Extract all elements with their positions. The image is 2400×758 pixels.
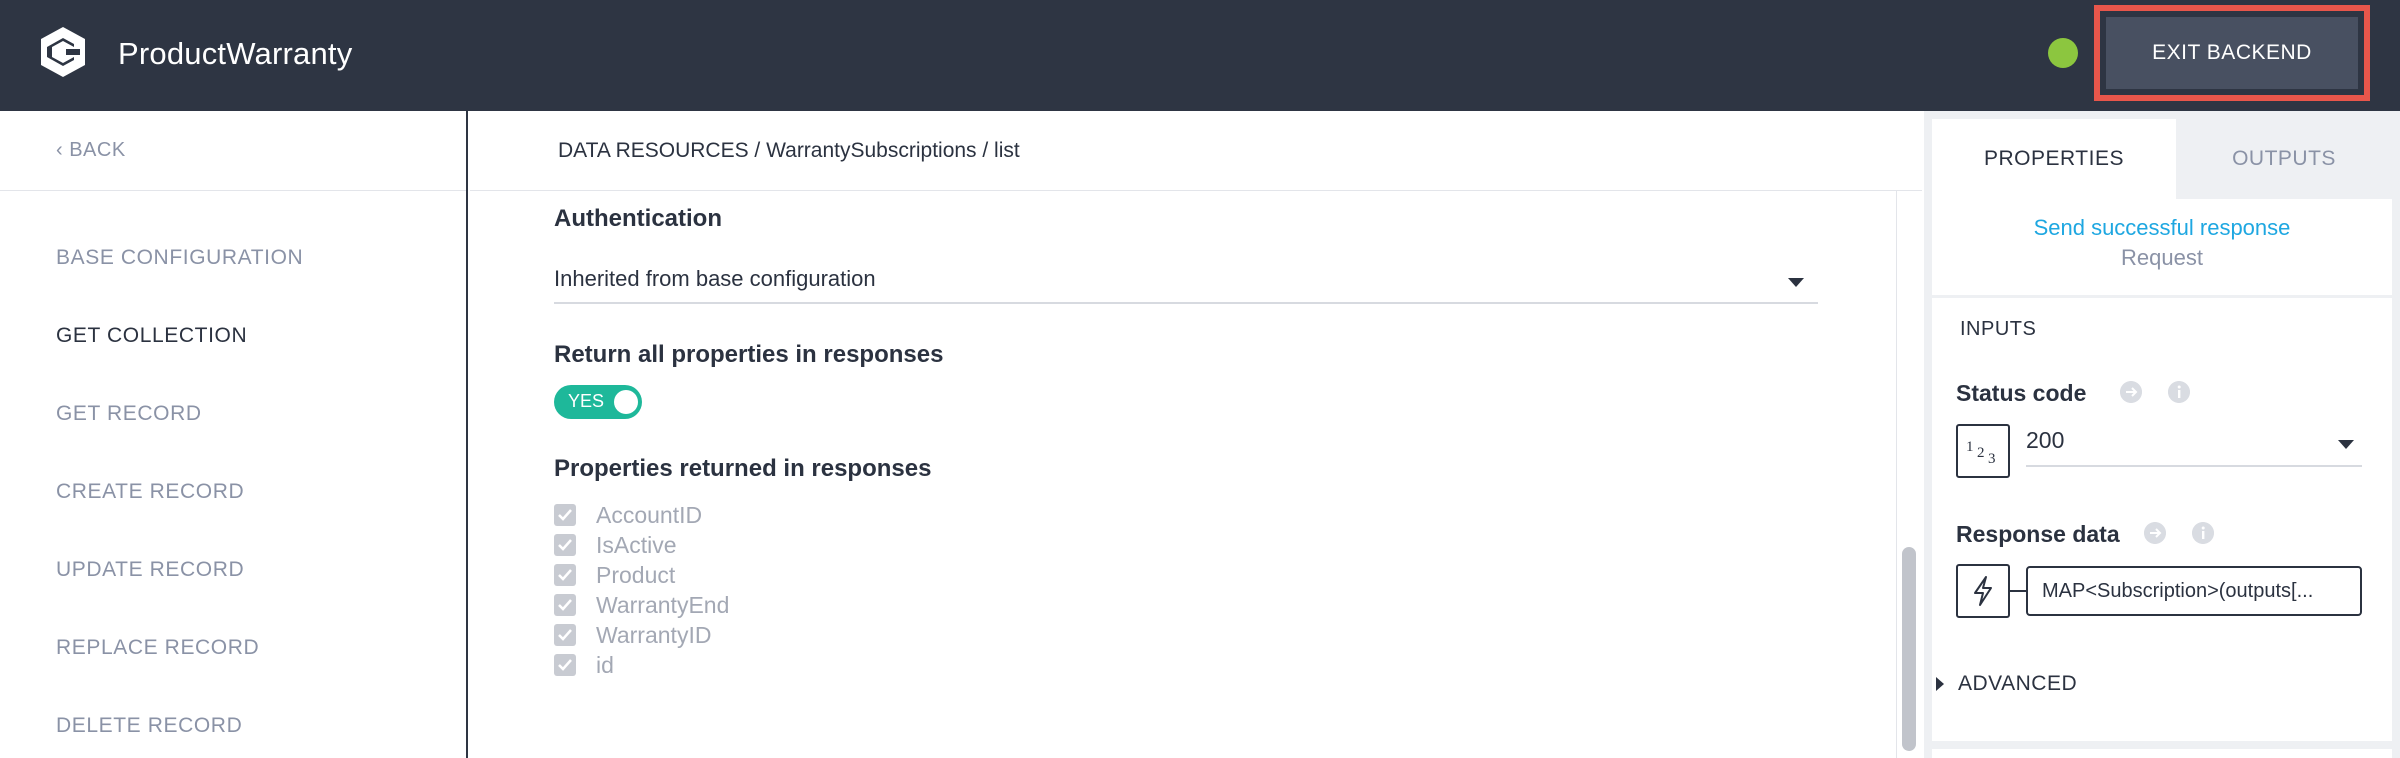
dropdown-caret-icon [2338, 440, 2354, 449]
sidebar: ‹ BACK BASE CONFIGURATION GET COLLECTION… [0, 111, 468, 758]
sidebar-item-update-record[interactable]: UPDATE RECORD [56, 558, 244, 582]
property-item[interactable]: WarrantyID [554, 621, 711, 649]
checkbox-checked-icon[interactable] [554, 624, 576, 646]
checkbox-checked-icon[interactable] [554, 534, 576, 556]
properties-title: Properties returned in responses [554, 455, 932, 482]
info-icon[interactable] [2168, 381, 2190, 403]
property-label: id [596, 651, 614, 678]
lower-card [1932, 749, 2392, 758]
property-label: IsActive [596, 531, 677, 558]
property-item[interactable]: Product [554, 561, 675, 589]
return-all-title: Return all properties in responses [554, 341, 944, 368]
status-code-label: Status code [1956, 380, 2087, 406]
checkbox-checked-icon[interactable] [554, 564, 576, 586]
return-all-toggle[interactable]: YES [554, 385, 642, 419]
node-link[interactable]: Send successful response [1932, 215, 2392, 241]
property-item[interactable]: WarrantyEnd [554, 591, 729, 619]
authentication-title: Authentication [554, 205, 722, 232]
caret-right-icon [1936, 677, 1944, 691]
breadcrumb-bar: DATA RESOURCES / WarrantySubscriptions /… [470, 111, 1922, 191]
advanced-label: ADVANCED [1958, 672, 2078, 695]
exit-backend-button[interactable]: EXIT BACKEND [2106, 17, 2358, 89]
checkbox-checked-icon[interactable] [554, 654, 576, 676]
svg-text:1: 1 [1966, 439, 1974, 455]
top-bar: ProductWarranty EXIT BACKEND [0, 0, 2400, 111]
app-title: ProductWarranty [118, 36, 353, 71]
advanced-toggle[interactable]: ADVANCED [1936, 672, 2077, 696]
node-summary-card: Send successful response Request [1932, 199, 2392, 295]
connector-line [2010, 590, 2026, 592]
response-data-label: Response data [1956, 521, 2120, 547]
main-content: DATA RESOURCES / WarrantySubscriptions /… [470, 111, 1922, 758]
tab-properties[interactable]: PROPERTIES [1932, 119, 2176, 199]
sidebar-item-create-record[interactable]: CREATE RECORD [56, 480, 244, 504]
bind-arrow-icon[interactable] [2144, 522, 2166, 544]
inputs-title: INPUTS [1960, 318, 2037, 340]
info-icon[interactable] [2192, 522, 2214, 544]
sidebar-item-base-configuration[interactable]: BASE CONFIGURATION [56, 246, 303, 270]
property-label: Product [596, 561, 676, 588]
back-link[interactable]: ‹ BACK [56, 139, 126, 162]
status-code-value: 200 [2026, 427, 2065, 453]
properties-panel: PROPERTIES OUTPUTS Send successful respo… [1924, 111, 2400, 758]
property-label: AccountID [596, 501, 703, 528]
checkbox-checked-icon[interactable] [554, 504, 576, 526]
dropdown-caret-icon [1788, 278, 1804, 287]
property-label: WarrantyID [596, 621, 712, 648]
checkbox-checked-icon[interactable] [554, 594, 576, 616]
number-type-icon[interactable]: 123 [1956, 424, 2010, 478]
toggle-label: YES [568, 391, 605, 411]
tab-outputs[interactable]: OUTPUTS [2176, 119, 2392, 199]
property-label: WarrantyEnd [596, 591, 730, 618]
status-indicator [2048, 38, 2078, 68]
status-code-select[interactable]: 200 [2026, 421, 2362, 467]
bind-arrow-icon[interactable] [2120, 381, 2142, 403]
property-item[interactable]: AccountID [554, 501, 702, 529]
sidebar-item-get-collection[interactable]: GET COLLECTION [56, 324, 247, 348]
sidebar-item-replace-record[interactable]: REPLACE RECORD [56, 636, 259, 660]
authentication-select[interactable]: Inherited from base configuration [554, 260, 1818, 304]
property-item[interactable]: id [554, 651, 614, 679]
svg-text:3: 3 [1988, 451, 1996, 466]
response-data-expression[interactable]: MAP<Subscription>(outputs[... [2026, 566, 2362, 616]
sidebar-item-delete-record[interactable]: DELETE RECORD [56, 714, 242, 738]
sidebar-item-get-record[interactable]: GET RECORD [56, 402, 202, 426]
breadcrumb: DATA RESOURCES / WarrantySubscriptions /… [558, 139, 1020, 162]
svg-text:2: 2 [1977, 445, 1985, 461]
advanced-card [1932, 654, 2392, 741]
divider [0, 190, 466, 191]
property-item[interactable]: IsActive [554, 531, 677, 559]
scrollbar-thumb[interactable] [1902, 547, 1916, 751]
expression-bolt-icon[interactable] [1956, 564, 2010, 618]
app-logo-icon [41, 27, 85, 77]
authentication-value: Inherited from base configuration [554, 266, 876, 291]
node-type: Request [2121, 245, 2203, 270]
toggle-knob [614, 390, 638, 414]
